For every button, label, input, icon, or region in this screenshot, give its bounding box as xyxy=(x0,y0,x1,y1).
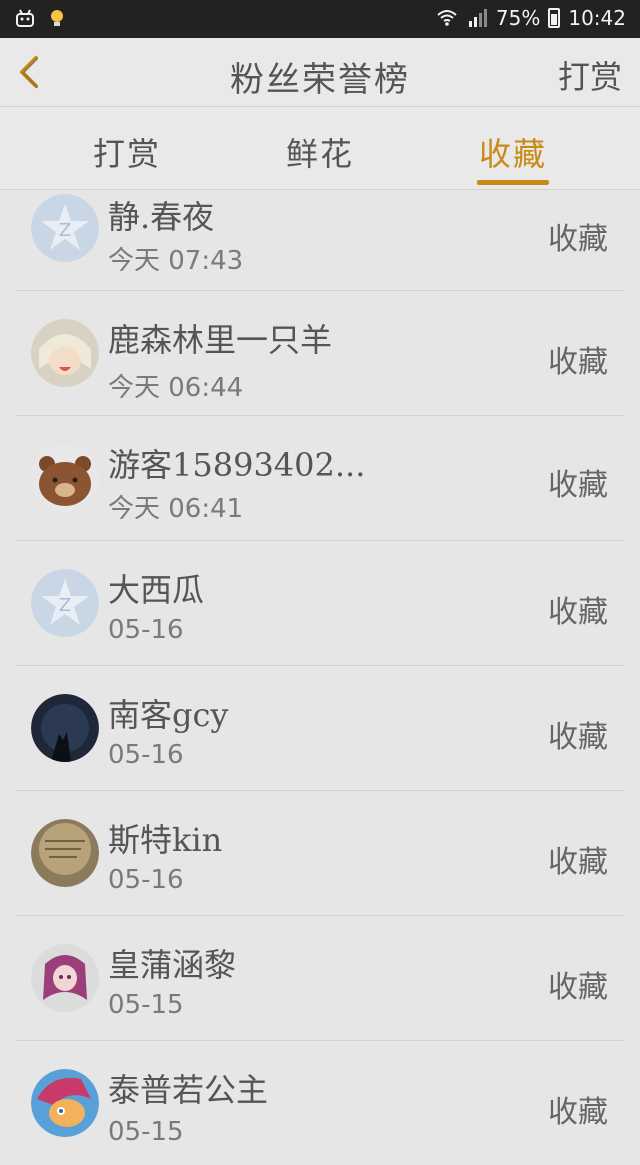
list-item[interactable]: 斯特kin 05-16 收藏 xyxy=(16,791,624,916)
reward-button[interactable]: 打赏 xyxy=(558,52,622,98)
signal-icon xyxy=(468,9,487,27)
qq-star-avatar-icon: Z xyxy=(31,194,99,262)
list-item[interactable]: 游客15893402... 今天 06:41 收藏 xyxy=(16,416,624,541)
night-wolf-avatar-icon xyxy=(31,694,99,762)
user-name: 游客15893402... xyxy=(108,446,366,484)
tab-bar: 打赏 鲜花 收藏 xyxy=(0,107,640,190)
svg-text:Z: Z xyxy=(59,595,71,616)
favorite-label: 收藏 xyxy=(548,345,608,380)
list-item[interactable]: 南客gcy 05-16 收藏 xyxy=(16,666,624,791)
battery-percent: 75% xyxy=(495,6,541,30)
user-name: 斯特kin xyxy=(108,821,223,859)
user-name: 泰普若公主 xyxy=(108,1071,269,1109)
list-item[interactable]: 皇蒲涵黎 05-15 收藏 xyxy=(16,916,624,1041)
user-name: 鹿森林里一只羊 xyxy=(108,321,333,359)
favorite-label: 收藏 xyxy=(548,845,608,880)
avatar xyxy=(31,444,99,512)
tab-reward[interactable]: 打赏 xyxy=(62,129,192,175)
favorite-label: 收藏 xyxy=(548,222,608,257)
wifi-icon xyxy=(437,10,457,26)
tab-flowers[interactable]: 鲜花 xyxy=(255,129,385,175)
status-bar: 75% 10:42 xyxy=(0,0,640,38)
timestamp: 今天 06:44 xyxy=(108,373,244,403)
timestamp: 05-16 xyxy=(108,740,184,770)
clock: 10:42 xyxy=(568,6,626,30)
avatar xyxy=(31,319,99,387)
bulb-icon xyxy=(51,10,63,26)
battery-icon xyxy=(548,8,561,28)
favorite-label: 收藏 xyxy=(548,1095,608,1130)
fan-list: Z 静.春夜 今天 07:43 收藏 鹿森林里一只羊 今天 06:44 收藏 游… xyxy=(0,190,640,1165)
timestamp: 05-15 xyxy=(108,990,184,1020)
user-name: 皇蒲涵黎 xyxy=(108,946,237,984)
user-name: 南客gcy xyxy=(108,696,229,734)
timestamp: 今天 06:41 xyxy=(108,494,244,524)
anime-girl-avatar-icon xyxy=(31,319,99,387)
timestamp: 05-16 xyxy=(108,865,184,895)
favorite-label: 收藏 xyxy=(548,468,608,503)
avatar: Z xyxy=(31,569,99,637)
avatar: Z xyxy=(31,194,99,262)
android-icon xyxy=(16,9,34,27)
timestamp: 05-15 xyxy=(108,1117,184,1147)
tab-favorites[interactable]: 收藏 xyxy=(448,129,578,175)
list-item[interactable]: 泰普若公主 05-15 收藏 xyxy=(16,1041,624,1165)
app-header: 粉丝荣誉榜 打赏 xyxy=(0,38,640,107)
user-name: 大西瓜 xyxy=(108,571,205,609)
avatar xyxy=(31,944,99,1012)
favorite-label: 收藏 xyxy=(548,970,608,1005)
sepia-text-avatar-icon xyxy=(31,819,99,887)
svg-text:Z: Z xyxy=(59,220,71,241)
avatar xyxy=(31,819,99,887)
list-item[interactable]: Z 静.春夜 今天 07:43 收藏 xyxy=(16,190,624,291)
anime-pink-avatar-icon xyxy=(31,944,99,1012)
list-item[interactable]: 鹿森林里一只羊 今天 06:44 收藏 xyxy=(16,291,624,416)
favorite-label: 收藏 xyxy=(548,720,608,755)
tab-active-indicator xyxy=(477,180,549,185)
list-item[interactable]: Z 大西瓜 05-16 收藏 xyxy=(16,541,624,666)
pony-avatar-icon xyxy=(31,1069,99,1137)
avatar xyxy=(31,1069,99,1137)
avatar xyxy=(31,694,99,762)
page-title: 粉丝荣誉榜 xyxy=(230,60,410,100)
qq-star-avatar-icon: Z xyxy=(31,569,99,637)
user-name: 静.春夜 xyxy=(108,198,215,236)
timestamp: 今天 07:43 xyxy=(108,246,244,276)
bear-avatar-icon xyxy=(31,444,99,512)
timestamp: 05-16 xyxy=(108,615,184,645)
favorite-label: 收藏 xyxy=(548,595,608,630)
